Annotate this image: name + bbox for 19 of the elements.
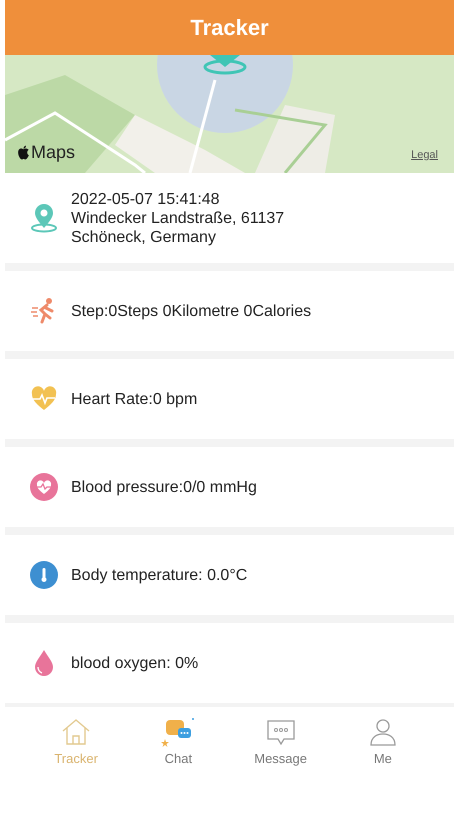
apple-icon: [17, 145, 30, 160]
tab-message[interactable]: Message: [236, 713, 326, 783]
maps-logo: Maps: [17, 142, 76, 163]
thermometer-icon: [29, 560, 59, 590]
location-pin-icon: [29, 203, 59, 233]
screen-title: Tracker: [190, 14, 269, 40]
tab-me[interactable]: Me: [338, 713, 428, 783]
legal-link[interactable]: Legal: [411, 149, 438, 161]
info-text: 2022-05-07 15:41:48: [71, 190, 221, 208]
chat-bubbles-icon: [160, 717, 196, 747]
info-text: Step:0Steps 0Kilometre 0Calories: [71, 302, 312, 320]
info-text: Windecker Landstraße, 61137: [71, 208, 284, 228]
info-text: blood oxygen: 0%: [71, 654, 198, 672]
info-text: Schöneck, Germany: [71, 228, 217, 246]
info-text: Body temperature: 0.0°C: [71, 566, 248, 584]
heart-pulse-icon: [29, 472, 59, 502]
tab-chat[interactable]: Chat: [133, 713, 224, 783]
info-text: Blood pressure:0/0 mmHg: [71, 478, 257, 496]
info-text: Heart Rate:0 bpm: [71, 390, 198, 408]
